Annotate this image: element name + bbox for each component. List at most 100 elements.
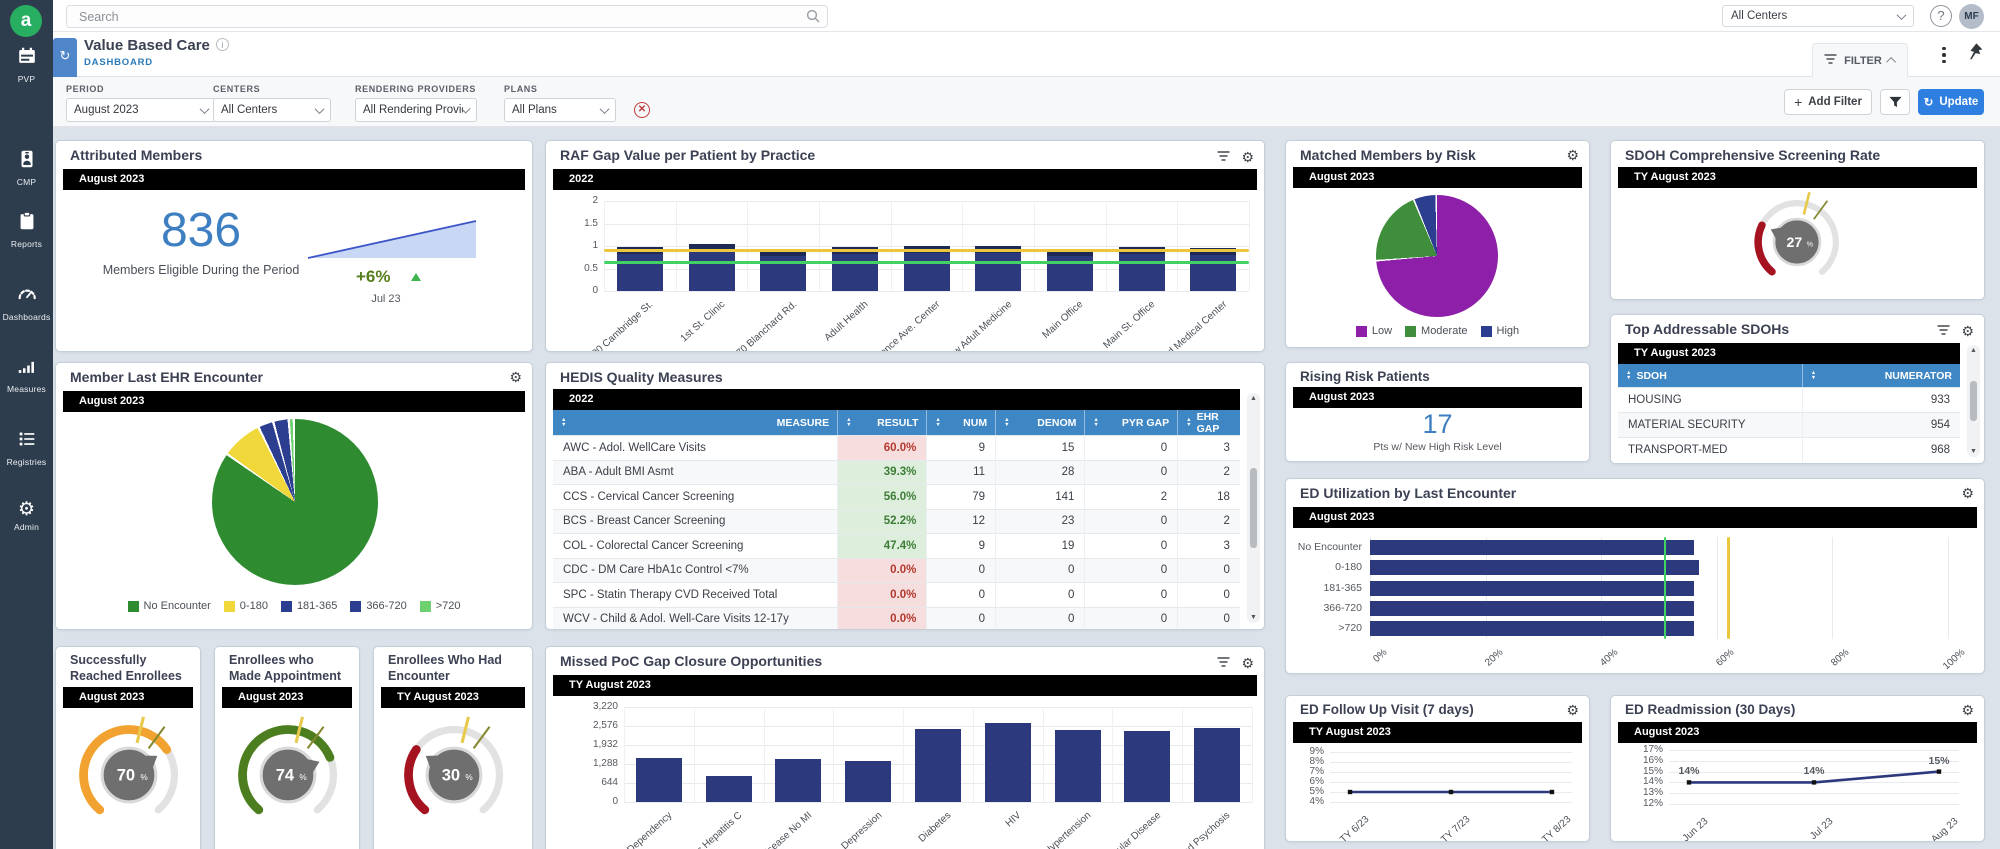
column-header-sdoh[interactable]: ▲ ▼ SDOH [1618, 364, 1803, 387]
pin-icon[interactable] [1965, 42, 1984, 66]
plans-select[interactable]: All Plans [504, 98, 616, 122]
sort-icon[interactable]: ▲ ▼ [1626, 371, 1631, 380]
bar[interactable] [831, 247, 878, 291]
add-filter-button[interactable]: + Add Filter [1784, 89, 1872, 115]
scroll-down-icon[interactable]: ▼ [1250, 614, 1257, 621]
bar[interactable] [760, 248, 807, 291]
scroll-down-icon[interactable]: ▼ [1970, 448, 1977, 455]
pie-chart[interactable] [212, 419, 378, 585]
funnel-filter-button[interactable] [1880, 89, 1910, 115]
sort-icon[interactable]: ▲ ▼ [1186, 418, 1191, 427]
bar[interactable] [903, 245, 950, 291]
gear-icon[interactable]: ⚙ [509, 370, 522, 384]
sidebar-item-cmp[interactable]: CMP [0, 148, 53, 187]
filter-toggle-button[interactable]: FILTER [1812, 43, 1908, 77]
bar[interactable] [1194, 728, 1241, 802]
bar[interactable] [1046, 248, 1093, 291]
sidebar-item-pvp[interactable]: PVP [0, 45, 53, 84]
bar[interactable] [984, 722, 1031, 802]
table-row[interactable]: TRANSPORT-MED 968 [1618, 437, 1960, 462]
sort-icon[interactable]: ▲ ▼ [935, 418, 940, 427]
column-header[interactable]: ▲ ▼ NUM [927, 410, 997, 435]
table-row[interactable]: ABA - Adult BMI Asmt 39.3% 11 28 0 2 [553, 459, 1240, 484]
update-button[interactable]: ↻ Update [1918, 89, 1984, 115]
sort-icon[interactable]: ▲ ▼ [1004, 418, 1009, 427]
gear-icon[interactable]: ⚙ [1961, 486, 1974, 500]
bar[interactable] [915, 729, 961, 802]
column-header[interactable]: ▲ ▼ RESULT [838, 410, 928, 435]
bar[interactable] [1190, 247, 1237, 291]
table-row[interactable]: WCV - Child & Adol. Well-Care Visits 12-… [553, 606, 1240, 629]
sidebar-item-reports[interactable]: Reports [0, 210, 53, 249]
table-row[interactable]: SPC - Statin Therapy CVD Received Total 0… [553, 582, 1240, 607]
table-row[interactable]: HOUSING 933 [1618, 387, 1960, 412]
bar[interactable] [1118, 247, 1165, 291]
sidebar-item-registries[interactable]: Registries [0, 428, 53, 467]
bar[interactable] [1054, 730, 1101, 802]
gear-icon[interactable]: ⚙ [1566, 703, 1579, 717]
sidebar-item-admin[interactable]: ⚙ Admin [0, 500, 53, 533]
dashboard-tab[interactable]: DASHBOARD [84, 57, 153, 68]
centers-global-select[interactable]: All Centers [1722, 5, 1914, 27]
bar[interactable] [775, 758, 822, 802]
legend-item[interactable]: Moderate [1405, 325, 1468, 337]
filter-lines-icon[interactable] [1217, 148, 1230, 166]
rendering-providers-select[interactable]: All Rendering Provid... [355, 98, 477, 122]
sparkline-chart[interactable] [306, 213, 478, 261]
table-row[interactable]: COL - Colorectal Cancer Screening 47.4% 9 1… [553, 533, 1240, 558]
scroll-thumb[interactable] [1250, 467, 1257, 549]
sidebar-item-dashboards[interactable]: Dashboards [0, 283, 53, 322]
legend-item[interactable]: 181-365 [280, 600, 337, 612]
legend-item[interactable]: >720 [419, 600, 460, 612]
scroll-thumb[interactable] [1970, 381, 1977, 421]
gear-icon[interactable]: ⚙ [1241, 656, 1254, 670]
gear-icon[interactable]: ⚙ [1566, 148, 1579, 162]
column-header[interactable]: ▲ ▼ PYR GAP [1085, 410, 1179, 435]
sync-tab[interactable]: ↻ [53, 38, 77, 77]
bar[interactable] [1124, 731, 1171, 802]
bar[interactable] [616, 246, 663, 291]
filter-lines-icon[interactable] [1217, 654, 1230, 672]
column-header[interactable]: ▲ ▼ DENOM [996, 410, 1086, 435]
search-input[interactable] [66, 5, 828, 28]
more-options-button[interactable] [1935, 42, 1953, 68]
sort-icon[interactable]: ▲ ▼ [1811, 371, 1816, 380]
bar[interactable] [975, 245, 1022, 291]
sort-icon[interactable]: ▲ ▼ [1093, 418, 1098, 427]
sort-icon[interactable]: ▲ ▼ [561, 418, 566, 427]
table-row[interactable]: AWC - Adol. WellCare Visits 60.0% 9 15 0 3 [553, 435, 1240, 460]
scroll-up-icon[interactable]: ▲ [1970, 347, 1977, 354]
bar[interactable] [1370, 600, 1694, 616]
pie-chart[interactable] [1376, 195, 1498, 317]
bar[interactable] [1370, 580, 1694, 596]
period-select[interactable]: August 2023 [66, 98, 216, 122]
legend-item[interactable]: 0-180 [223, 600, 268, 612]
scroll-up-icon[interactable]: ▲ [1250, 395, 1257, 402]
gear-icon[interactable]: ⚙ [1961, 324, 1974, 338]
gauge-chart[interactable]: 27% [1744, 189, 1850, 295]
gauge-chart[interactable]: 70% [67, 713, 191, 837]
gear-icon[interactable]: ⚙ [1961, 703, 1974, 717]
legend-item[interactable]: 366-720 [350, 600, 407, 612]
line-chart[interactable] [1330, 752, 1572, 802]
centers-select[interactable]: All Centers [213, 98, 331, 122]
gear-icon[interactable]: ⚙ [1241, 150, 1254, 164]
table-row[interactable]: CCS - Cervical Cancer Screening 56.0% 79 14… [553, 484, 1240, 509]
gauge-chart[interactable]: 74% [226, 713, 350, 837]
filter-lines-icon[interactable] [1937, 322, 1950, 340]
search-icon[interactable] [806, 9, 821, 29]
table-row[interactable]: MATERIAL SECURITY 954 [1618, 412, 1960, 437]
legend-item[interactable]: High [1480, 325, 1519, 337]
sort-icon[interactable]: ▲ ▼ [846, 418, 851, 427]
scrollbar[interactable]: ▲ ▼ [1967, 345, 1980, 457]
bar[interactable] [705, 776, 752, 802]
column-header[interactable]: ▲ ▼ MEASURE [553, 410, 839, 435]
bar[interactable] [1370, 539, 1694, 555]
info-icon[interactable]: i [215, 38, 229, 51]
table-row[interactable]: CDC - DM Care HbA1c Control <7% 0.0% 0 0 0 0 [553, 557, 1240, 582]
clear-filter-icon[interactable]: ✕ [634, 102, 650, 118]
avatar[interactable]: MF [1959, 4, 1984, 29]
app-logo[interactable]: a [10, 5, 42, 37]
bar[interactable] [845, 760, 892, 802]
bar[interactable] [635, 757, 682, 802]
